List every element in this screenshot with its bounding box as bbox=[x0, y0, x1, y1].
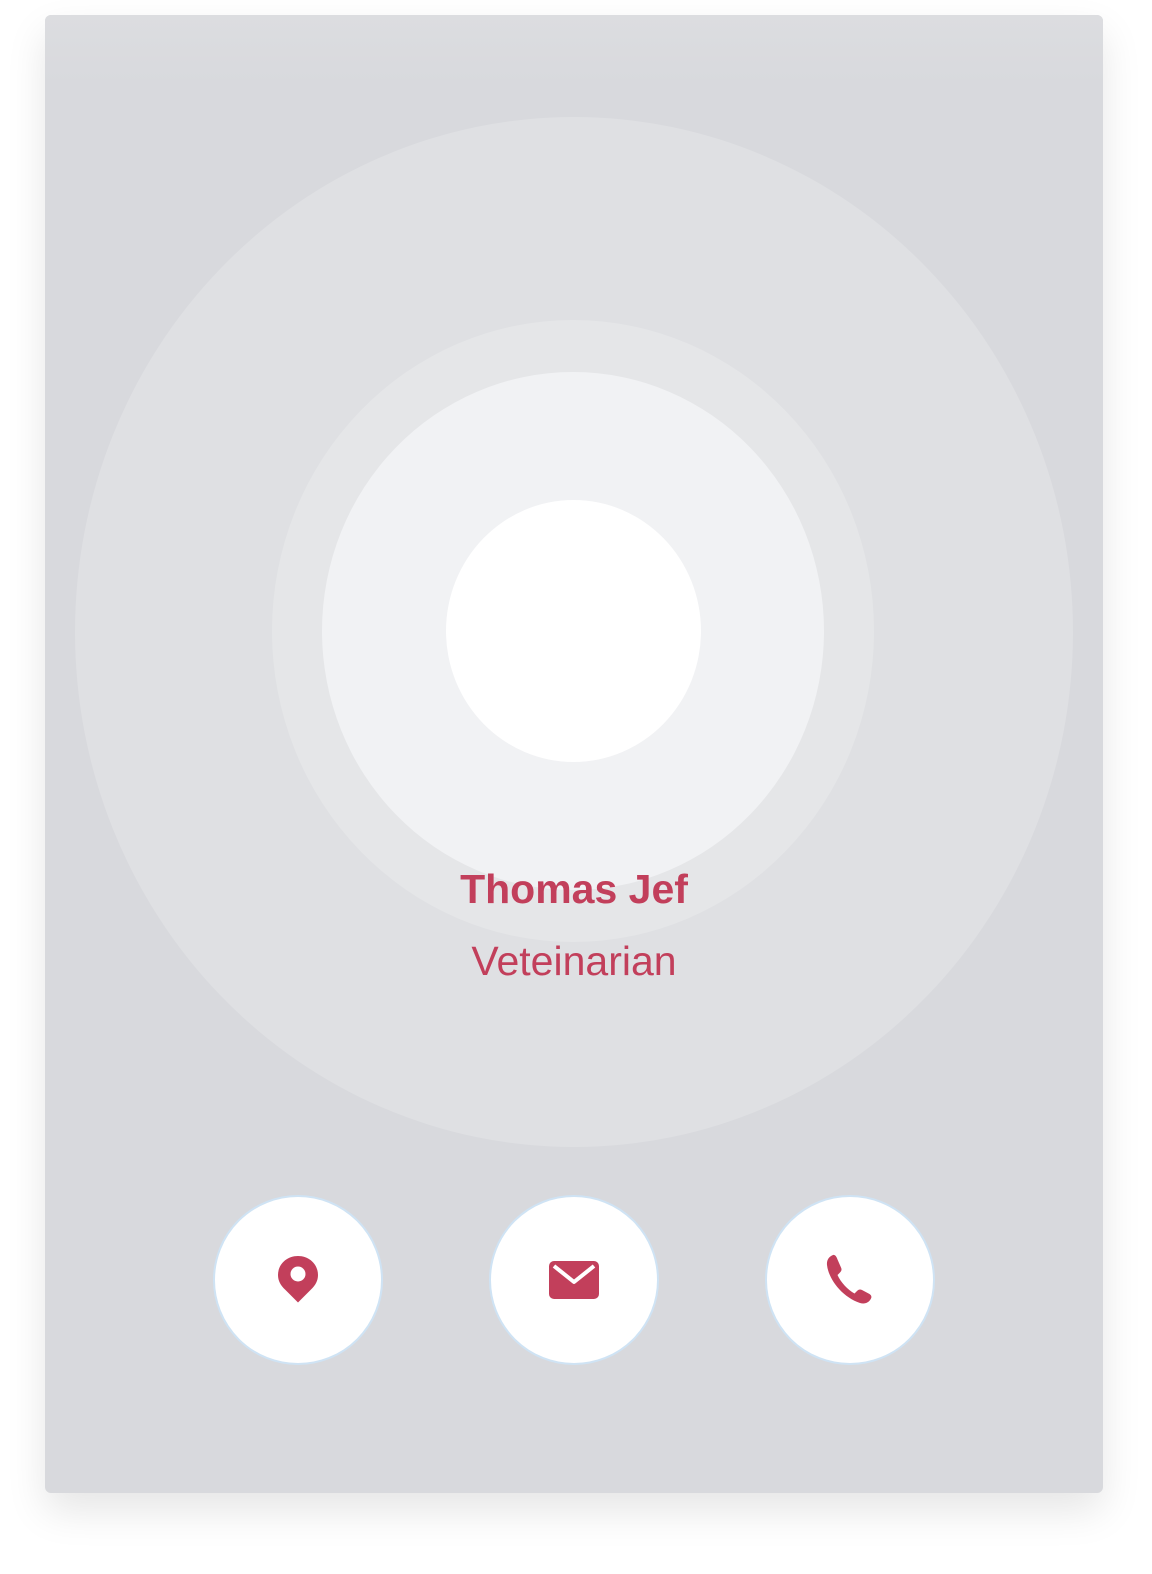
location-button[interactable] bbox=[213, 1195, 383, 1365]
avatar bbox=[446, 500, 701, 762]
map-pin-icon bbox=[276, 1254, 320, 1306]
phone-icon bbox=[822, 1252, 878, 1308]
profile-role: Veteinarian bbox=[471, 938, 677, 984]
email-button[interactable] bbox=[489, 1195, 659, 1365]
profile-card: Thomas Jef Veteinarian bbox=[45, 15, 1103, 1493]
envelope-icon bbox=[548, 1260, 600, 1300]
phone-button[interactable] bbox=[765, 1195, 935, 1365]
profile-name: Thomas Jef bbox=[460, 866, 688, 912]
